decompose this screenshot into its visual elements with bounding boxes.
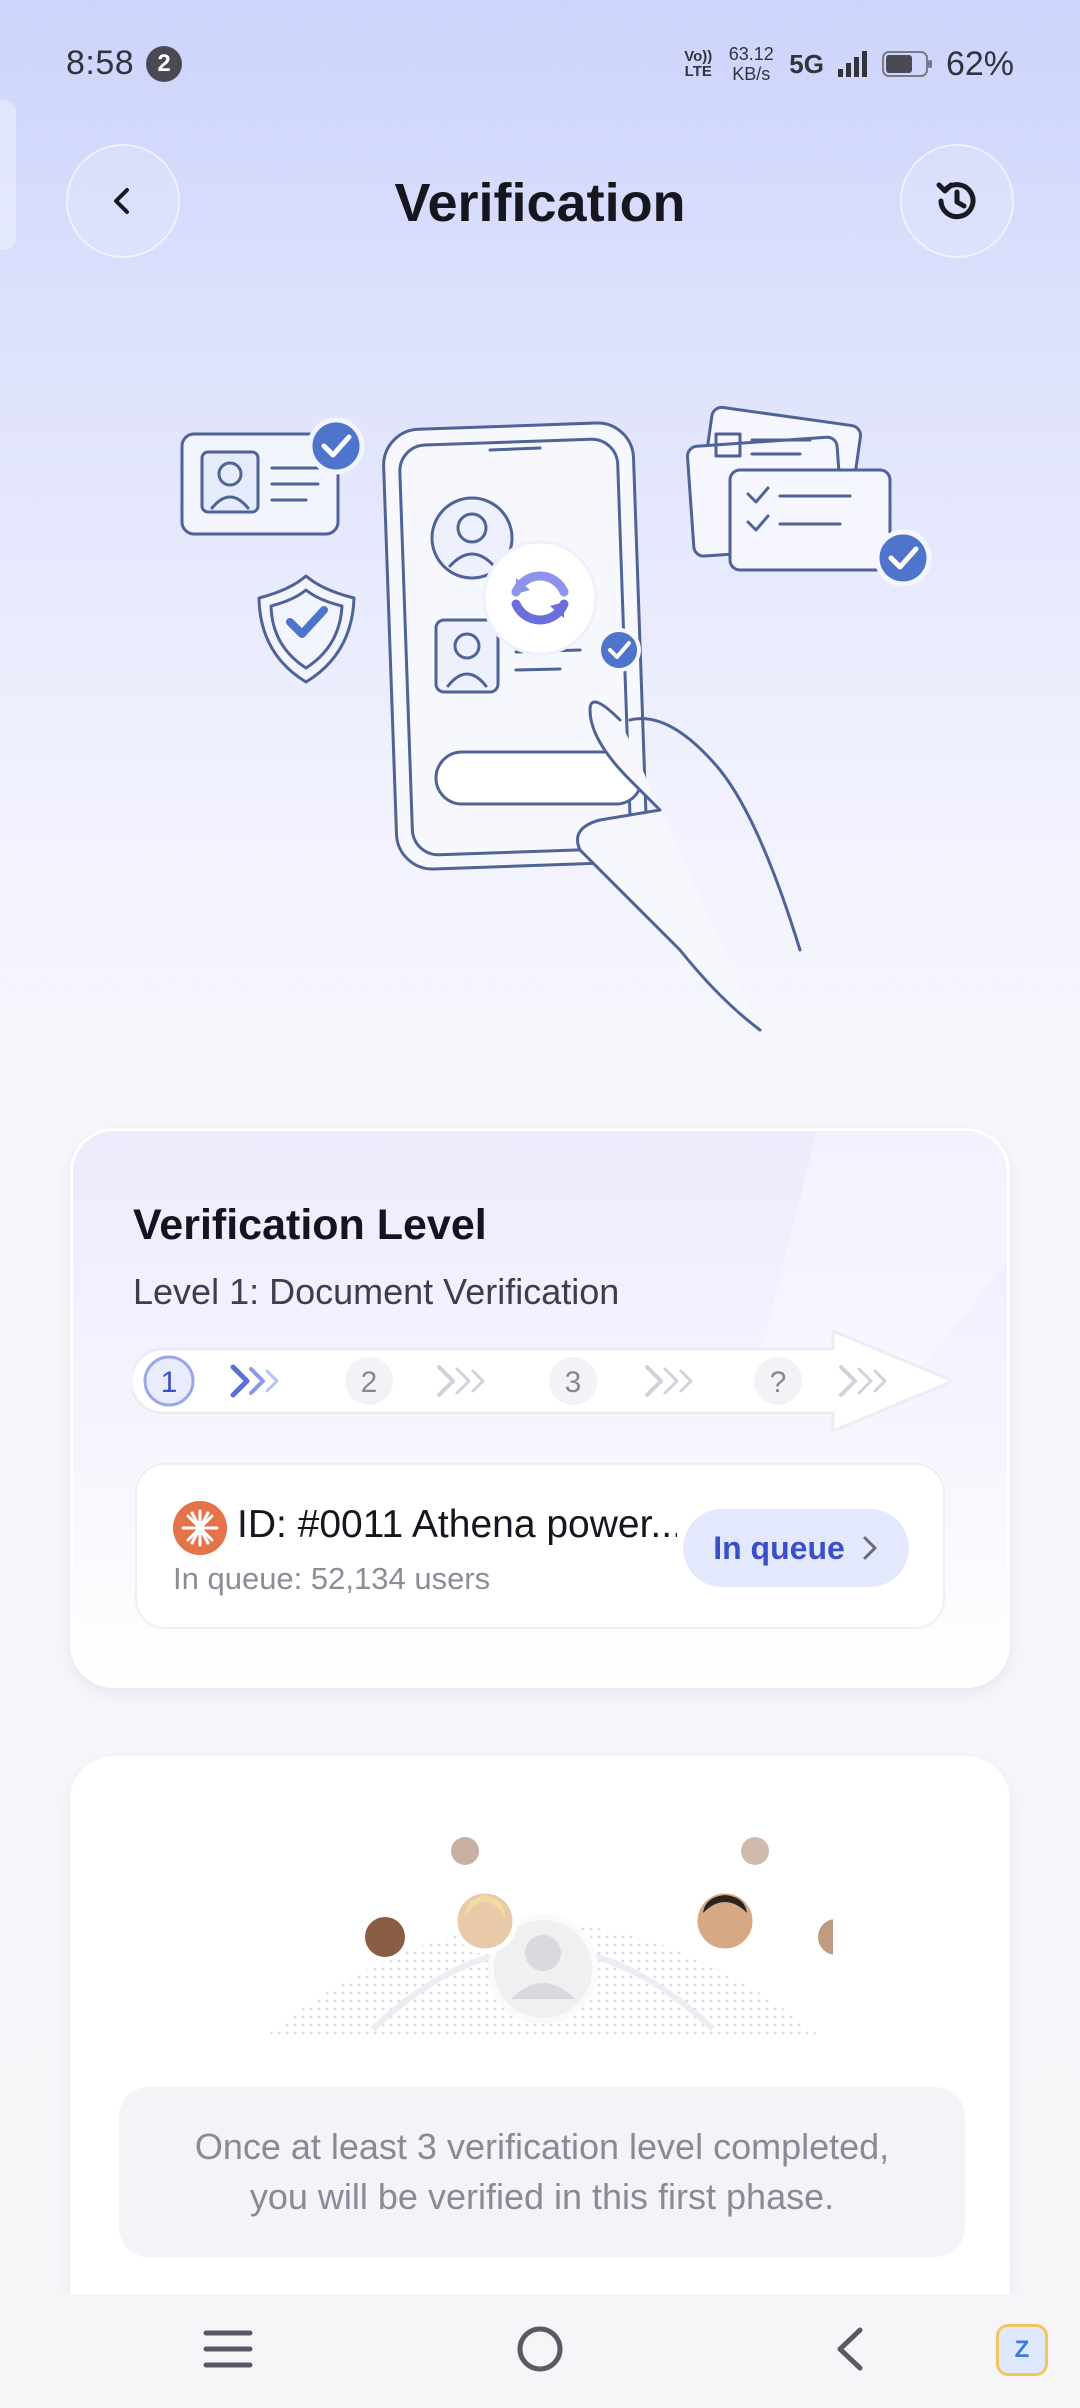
queue-item[interactable]: ID: #0011 Athena power... In queue: 52,1… (135, 1463, 945, 1629)
battery-percent: 62% (945, 44, 1014, 83)
step-2-label: 2 (361, 1366, 378, 1399)
menu-icon (203, 2330, 253, 2368)
net-speed-value: 63.12 (728, 44, 774, 64)
status-bar: 8:58 2 Vo)) LTE 63.12 KB/s 5G 62% (0, 0, 1080, 130)
athena-logo-icon (173, 1501, 227, 1555)
net-speed-unit: KB/s (732, 64, 771, 84)
history-button[interactable] (900, 144, 1014, 258)
home-button[interactable] (505, 2314, 575, 2384)
check-badge-icon (307, 417, 365, 475)
level-subtitle: Level 1: Document Verification (133, 1271, 620, 1312)
avatar (361, 1913, 409, 1961)
system-navigation-bar: Z (0, 2294, 1080, 2408)
queue-count: In queue: 52,134 users (173, 1561, 491, 1596)
avatar (741, 1837, 769, 1865)
floating-app-button[interactable]: Z (996, 2324, 1048, 2376)
level-progress-steps: 1 2 3 ? (133, 1331, 953, 1431)
chevron-right-icon (863, 1536, 877, 1560)
app-badge-label: Z (1014, 2336, 1030, 2363)
verification-level-card: Verification Level Level 1: Document Ver… (70, 1128, 1010, 1688)
status-icons: Vo)) LTE 63.12 KB/s 5G 62% (683, 40, 1014, 88)
step-4-label: ? (770, 1366, 787, 1399)
step-3: 3 (549, 1357, 597, 1405)
page-header: Verification (0, 140, 1080, 260)
system-back-button[interactable] (815, 2314, 885, 2384)
verification-info-message: Once at least 3 verification level compl… (119, 2087, 965, 2257)
avatar (814, 1915, 833, 1959)
back-icon (837, 2327, 863, 2371)
avatar (452, 1888, 518, 1954)
in-queue-button[interactable]: In queue (683, 1509, 909, 1587)
recent-apps-button[interactable] (193, 2314, 263, 2384)
notification-count-badge: 2 (146, 46, 182, 82)
home-circle-icon (517, 2326, 563, 2372)
step-4: ? (754, 1357, 802, 1405)
info-line-1: Once at least 3 verification level compl… (194, 2126, 890, 2167)
history-icon (936, 182, 976, 220)
step-3-label: 3 (565, 1366, 582, 1399)
queue-item-name: ID: #0011 Athena power... (237, 1503, 677, 1546)
info-line-2: you will be verified in this first phase… (249, 2176, 835, 2217)
avatar (451, 1837, 479, 1865)
status-time: 8:58 (66, 44, 135, 82)
signal-icon (837, 51, 867, 77)
step-1: 1 (143, 1355, 195, 1407)
phone-verification-illustration (180, 405, 932, 1032)
network-type: 5G (789, 48, 824, 79)
in-queue-label: In queue (713, 1529, 845, 1566)
user-globe-illustration (263, 1837, 833, 2039)
battery-icon (881, 51, 932, 77)
step-2: 2 (345, 1357, 393, 1405)
volte-indicator: Vo)) LTE (684, 48, 713, 80)
step-1-label: 1 (161, 1366, 178, 1399)
avatar (692, 1888, 758, 1954)
net-speed: 63.12 KB/s (725, 44, 777, 84)
level-title: Verification Level (133, 1201, 487, 1249)
